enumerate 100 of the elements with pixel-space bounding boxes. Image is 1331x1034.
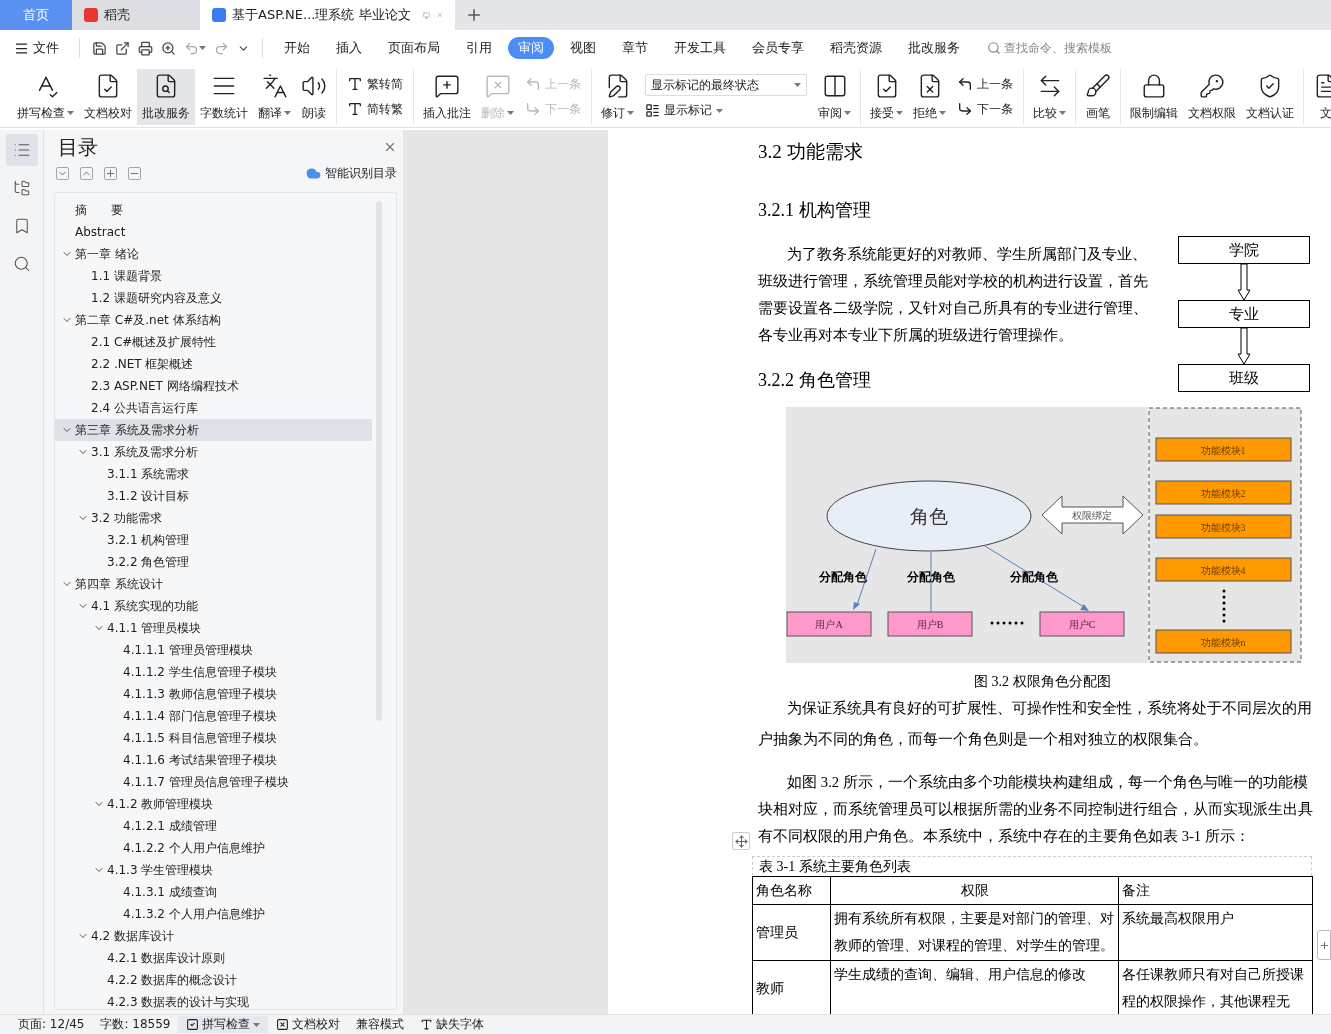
toc-item[interactable]: 3.1.2 设计目标 bbox=[55, 485, 372, 507]
missing-fonts-button[interactable]: 缺失字体 bbox=[412, 1016, 493, 1033]
toc-item[interactable]: 4.1.1 管理员模块 bbox=[55, 617, 372, 639]
toc-item[interactable]: 2.3 ASP.NET 网络编程技术 bbox=[55, 375, 372, 397]
markup-dropdown[interactable]: 显示标记的最终状态 bbox=[645, 74, 807, 96]
toc-item[interactable]: Abstract bbox=[55, 221, 372, 243]
toc-item[interactable]: 4.1.1.5 科目信息管理子模块 bbox=[55, 727, 372, 749]
document-tab[interactable]: 基于ASP.NE...理系统 毕业论文 bbox=[200, 0, 455, 30]
word-count[interactable]: 字数: 18559 bbox=[92, 1016, 179, 1033]
toc-item[interactable]: 1.2 课题研究内容及意义 bbox=[55, 287, 372, 309]
ribbon-button[interactable]: 朗读 bbox=[296, 68, 332, 125]
ribbon-button[interactable]: 文档认证 bbox=[1241, 68, 1299, 125]
plus-icon[interactable] bbox=[105, 167, 116, 179]
preview-icon[interactable] bbox=[161, 40, 176, 56]
toc-item[interactable]: 摘 要 bbox=[55, 199, 372, 221]
ribbon-button[interactable]: 文档校对 bbox=[79, 68, 137, 125]
toc-item[interactable]: 4.1.1.4 部门信息管理子模块 bbox=[55, 705, 372, 727]
toc-item[interactable]: 2.4 公共语言运行库 bbox=[55, 397, 372, 419]
new-tab-icon[interactable] bbox=[465, 6, 483, 24]
ribbon-button[interactable]: 翻译 bbox=[253, 68, 296, 125]
ribbon-tab[interactable]: 稻壳资源 bbox=[820, 37, 892, 59]
print-icon[interactable] bbox=[138, 40, 153, 56]
toc-item[interactable]: 4.2 数据库设计 bbox=[55, 925, 372, 947]
tab-label: 稻壳 bbox=[104, 6, 130, 24]
toc-item[interactable]: 3.2.1 机构管理 bbox=[55, 529, 372, 551]
caret-icon bbox=[794, 83, 801, 87]
toc-item[interactable]: 4.1.3 学生管理模块 bbox=[55, 859, 372, 881]
proofread-button[interactable]: 文档校对 bbox=[268, 1016, 349, 1033]
show-markup-button[interactable]: 显示标记 bbox=[645, 102, 807, 119]
ribbon-tab[interactable]: 批改服务 bbox=[898, 37, 970, 59]
ribbon-button[interactable]: 画笔 bbox=[1080, 68, 1116, 125]
ribbon-button[interactable]: 字数统计 bbox=[195, 68, 253, 125]
toc-item[interactable]: 4.1.3.2 个人用户信息维护 bbox=[55, 903, 372, 925]
document-tab[interactable]: 稻壳 bbox=[72, 0, 200, 30]
sidebar-button[interactable] bbox=[5, 134, 38, 166]
toc-item[interactable]: 3.2.2 角色管理 bbox=[55, 551, 372, 573]
ribbon-tab[interactable]: 开发工具 bbox=[664, 37, 736, 59]
redo-icon[interactable] bbox=[214, 40, 229, 56]
ribbon-small-button[interactable]: 繁转简 bbox=[347, 75, 403, 93]
export-icon[interactable] bbox=[115, 40, 130, 56]
toc-item[interactable]: 3.1 系统及需求分析 bbox=[55, 441, 372, 463]
add-column-button[interactable] bbox=[1317, 930, 1331, 960]
ribbon-small-button[interactable]: 简转繁 bbox=[347, 100, 403, 118]
toc-item[interactable]: 3.1.1 系统需求 bbox=[55, 463, 372, 485]
ribbon-button[interactable]: 接受 bbox=[865, 68, 908, 125]
toc-item[interactable]: 2.1 C#概述及扩展特性 bbox=[55, 331, 372, 353]
menu-icon[interactable] bbox=[14, 40, 29, 56]
ribbon-tab[interactable]: 页面布局 bbox=[378, 37, 450, 59]
toc-item[interactable]: 4.1.1.7 管理员信息管理子模块 bbox=[55, 771, 372, 793]
toc-item[interactable]: 3.2 功能需求 bbox=[55, 507, 372, 529]
ribbon-button[interactable]: 文 bbox=[1308, 68, 1331, 125]
table-move-handle[interactable] bbox=[732, 832, 750, 850]
toc-item[interactable]: 4.2.2 数据库的概念设计 bbox=[55, 969, 372, 991]
toc-item[interactable]: 4.1.1.2 学生信息管理子模块 bbox=[55, 661, 372, 683]
ribbon-tab[interactable]: 会员专享 bbox=[742, 37, 814, 59]
ribbon-button[interactable]: 比较 bbox=[1028, 68, 1071, 125]
save-icon[interactable] bbox=[92, 40, 107, 56]
tab-label: 基于ASP.NE...理系统 毕业论文 bbox=[232, 6, 411, 24]
ribbon-button[interactable]: 修订 bbox=[596, 68, 639, 125]
body-paragraph: 如图 3.2 所示，一个系统由多个功能模块构建组成，每一个角色与唯一的功能模块相对应，而系统管理员可以根据所需的业务不同控制进行组合，从而实现派生出具有不同权限的用户角色。本系统中，系统中存在的主要角色如表 3-1 所示： bbox=[758, 773, 1314, 846]
toc-item[interactable]: 2.2 .NET 框架概述 bbox=[55, 353, 372, 375]
command-search-field[interactable]: 查找命令、搜索模板 bbox=[987, 39, 1112, 57]
file-menu[interactable]: 文件 bbox=[33, 39, 59, 57]
arrow-up-icon bbox=[957, 76, 973, 92]
caret-icon bbox=[284, 111, 291, 115]
ribbon-button[interactable]: 拒绝 bbox=[908, 68, 951, 125]
ribbon-button[interactable]: 拼写检查 bbox=[12, 68, 79, 125]
close-icon[interactable] bbox=[383, 140, 397, 154]
ribbon-button[interactable]: 插入批注 bbox=[418, 68, 476, 125]
ribbon-tab[interactable]: 插入 bbox=[326, 37, 372, 59]
toc-item[interactable]: 第二章 C#及.net 体系结构 bbox=[55, 309, 372, 331]
undo-icon[interactable] bbox=[184, 40, 199, 56]
caret-icon bbox=[507, 111, 514, 115]
toc-item[interactable]: 4.1.1.3 教师信息管理子模块 bbox=[55, 683, 372, 705]
toc-item[interactable]: 4.1.2.2 个人用户信息维护 bbox=[55, 837, 372, 859]
toc-item[interactable]: 第四章 系统设计 bbox=[55, 573, 372, 595]
spell-check-button[interactable]: 拼写检查 bbox=[178, 1016, 269, 1033]
smart-toc-button[interactable]: 智能识别目录 bbox=[306, 164, 397, 182]
toc-item[interactable]: 4.1 系统实现的功能 bbox=[55, 595, 372, 617]
toc-item[interactable]: 4.1.1.6 考试结果管理子模块 bbox=[55, 749, 372, 771]
toc-item[interactable]: 4.1.1.1 管理员管理模块 bbox=[55, 639, 372, 661]
toc-item[interactable]: 第三章 系统及需求分析 bbox=[55, 419, 372, 441]
toc-item[interactable]: 4.2.1 数据库设计原则 bbox=[55, 947, 372, 969]
toc-item[interactable]: 4.1.3.1 成绩查询 bbox=[55, 881, 372, 903]
toc-item[interactable]: 1.1 课题背景 bbox=[55, 265, 372, 287]
ribbon-small-button[interactable]: 上一条 bbox=[957, 75, 1013, 93]
toc-item[interactable]: 4.1.2.1 成绩管理 bbox=[55, 815, 372, 837]
ribbon-tab[interactable]: 章节 bbox=[612, 37, 658, 59]
ribbon-button[interactable]: 文档权限 bbox=[1183, 68, 1241, 125]
toc-item[interactable]: 4.1.2 教师管理模块 bbox=[55, 793, 372, 815]
ribbon-small-button[interactable]: 下一条 bbox=[957, 100, 1013, 118]
ribbon-tab[interactable]: 视图 bbox=[560, 37, 606, 59]
ribbon-tab[interactable]: 引用 bbox=[456, 37, 502, 59]
toc-item[interactable]: 第一章 绪论 bbox=[55, 243, 372, 265]
ribbon-button[interactable]: 批改服务 bbox=[137, 68, 195, 125]
caret-icon bbox=[627, 111, 634, 115]
ribbon-tab[interactable]: 开始 bbox=[274, 37, 320, 59]
ribbon-button[interactable]: 限制编辑 bbox=[1125, 68, 1183, 125]
toc-item[interactable]: 4.2.3 数据表的设计与实现 bbox=[55, 991, 372, 1009]
ribbon-button[interactable]: 审阅 bbox=[813, 68, 856, 125]
